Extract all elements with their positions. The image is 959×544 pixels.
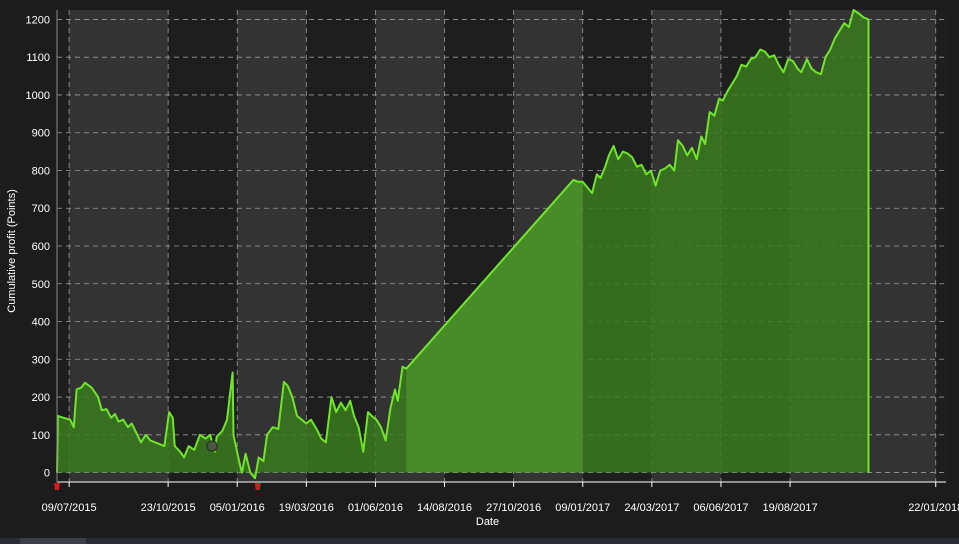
x-tick-label: 05/01/2016: [210, 502, 265, 514]
y-tick-label: 800: [32, 165, 50, 177]
cumulative-profit-chart: 0 100 200 300 400 500 600 700 800 900 1000 1100 1200…: [6, 9, 959, 528]
trade-marker: [206, 440, 218, 452]
x-tick-label: 19/03/2016: [279, 502, 334, 514]
x-tick-label: 09/07/2015: [42, 502, 97, 514]
x-tick-label: 19/08/2017: [763, 502, 818, 514]
x-tick-label: 09/01/2017: [555, 502, 610, 514]
x-axis-title: Date: [476, 516, 499, 528]
x-tick-label: 14/08/2016: [417, 502, 472, 514]
x-tick-label: 24/03/2017: [624, 502, 679, 514]
y-tick-label: 900: [32, 128, 50, 140]
drawdown-marker: [54, 483, 60, 490]
x-tick-label: 06/06/2017: [693, 502, 748, 514]
bottom-tab[interactable]: [20, 538, 86, 544]
y-axis-title: Cumulative profit (Points): [6, 189, 18, 313]
x-tick-label: 01/06/2016: [348, 502, 403, 514]
y-tick-label: 500: [32, 279, 50, 291]
drawdown-marker: [254, 483, 261, 490]
y-tick-label: 1200: [26, 14, 50, 26]
y-tick-label: 400: [32, 317, 50, 329]
y-tick-label: 100: [32, 430, 50, 442]
y-tick-label: 300: [32, 354, 50, 366]
y-tick-label: 700: [32, 203, 50, 215]
y-tick-label: 600: [32, 241, 50, 253]
y-tick-label: 1100: [26, 52, 50, 64]
x-tick-label: 23/10/2015: [141, 502, 196, 514]
bottom-scroll-strip[interactable]: [0, 538, 959, 544]
x-tick-label: 22/01/2018: [908, 502, 959, 514]
y-tick-label: 1000: [26, 90, 50, 102]
x-tick-label: 27/10/2016: [486, 502, 541, 514]
y-tick-label: 0: [44, 468, 50, 480]
chart-panel: 0 100 200 300 400 500 600 700 800 900 1000 1100 1200…: [0, 0, 959, 544]
y-tick-label: 200: [32, 392, 50, 404]
